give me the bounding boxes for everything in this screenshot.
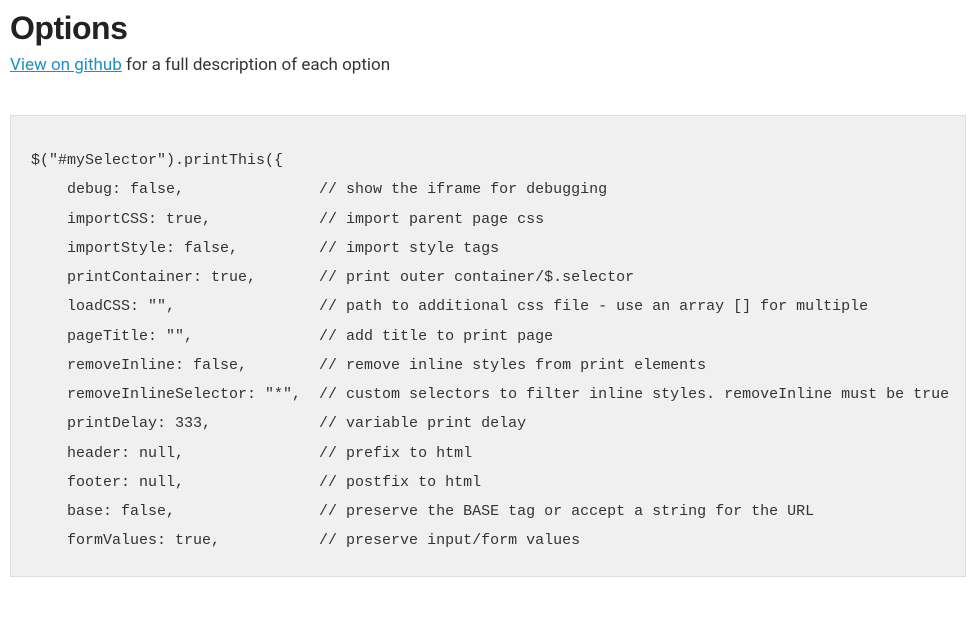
code-block: $("#mySelector").printThis({ debug: fals… [10,115,966,577]
subtitle: View on github for a full description of… [10,55,966,75]
section-heading: Options [10,10,966,47]
github-link[interactable]: View on github [10,55,122,75]
subtitle-text: for a full description of each option [122,55,390,75]
